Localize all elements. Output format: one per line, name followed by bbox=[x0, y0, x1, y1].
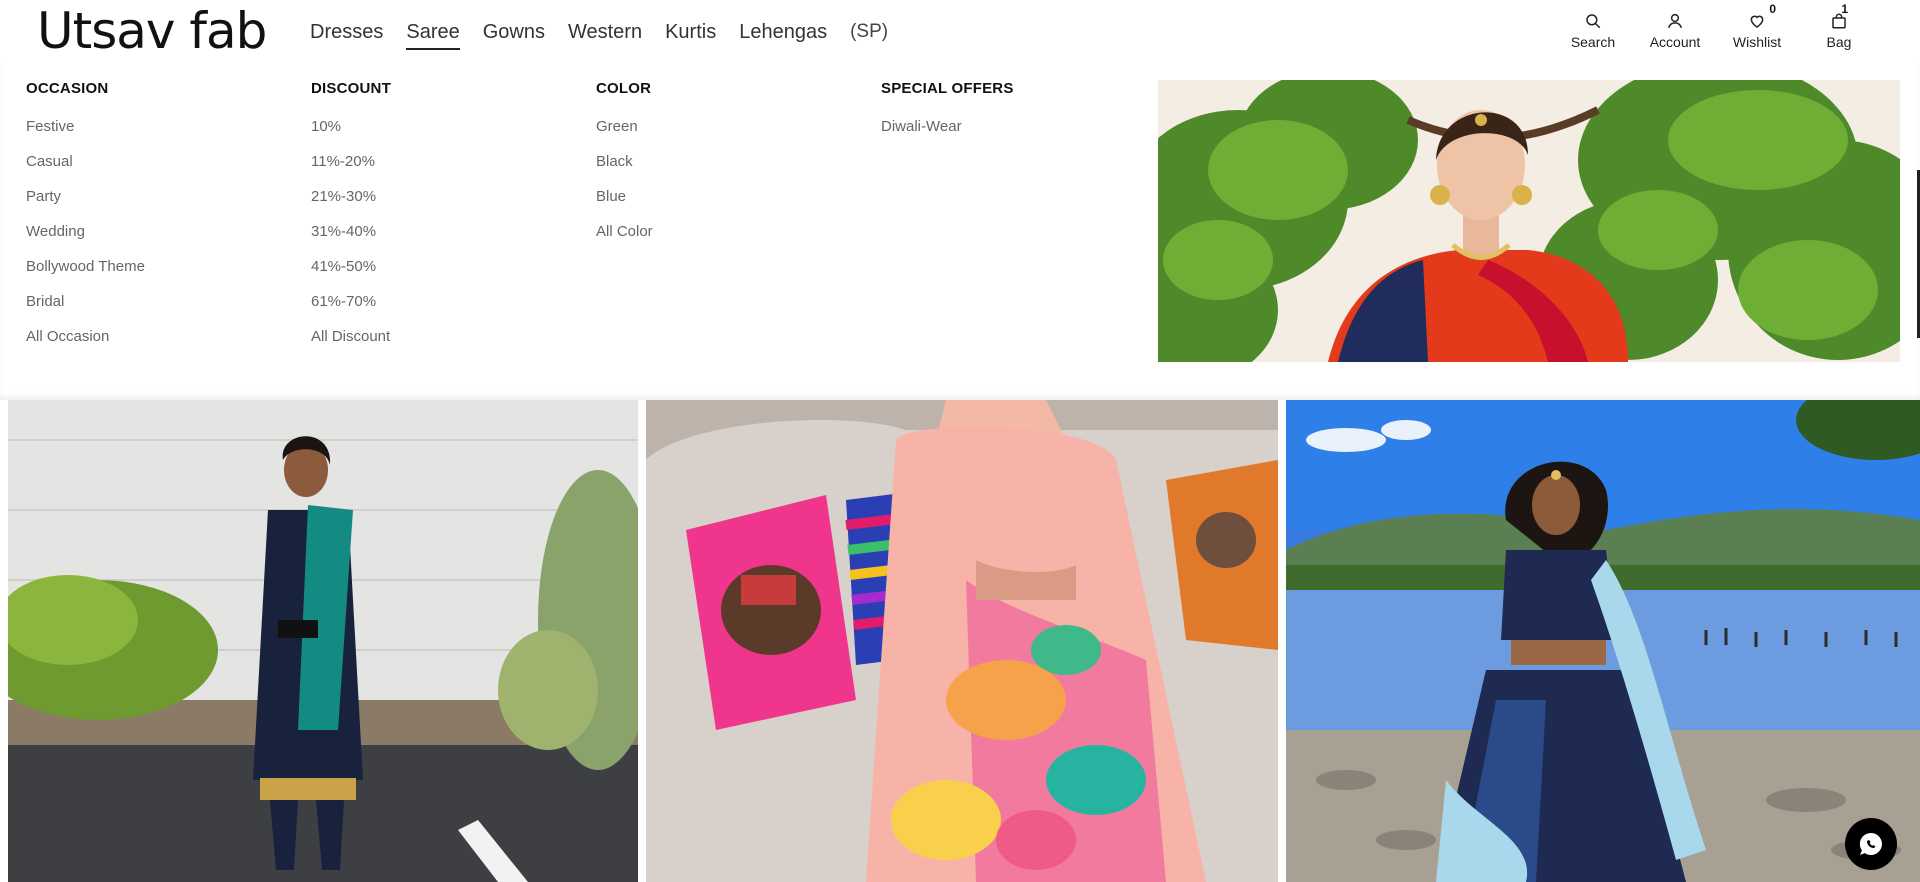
column-title-special-offers: SPECIAL OFFERS bbox=[881, 80, 1014, 97]
column-title-discount: DISCOUNT bbox=[311, 80, 391, 97]
discount-list: 10% 11%-20% 21%-30% 31%-40% 41%-50% 61%-… bbox=[311, 118, 391, 363]
special-offers-list: Diwali-Wear bbox=[881, 118, 1014, 153]
nav-item-sp[interactable]: (SP) bbox=[850, 18, 888, 46]
menu-link-diwali-wear[interactable]: Diwali-Wear bbox=[881, 118, 1014, 153]
menu-link-green[interactable]: Green bbox=[596, 118, 653, 153]
menu-link-all-discount[interactable]: All Discount bbox=[311, 328, 391, 363]
nav-item-western[interactable]: Western bbox=[568, 18, 642, 46]
menu-link-casual[interactable]: Casual bbox=[26, 153, 145, 188]
menu-link-discount-31-40[interactable]: 31%-40% bbox=[311, 223, 391, 258]
product-image bbox=[1286, 400, 1920, 882]
header-tools: Search Account 0 Wishlist 1 Bag bbox=[1552, 2, 1880, 50]
account-label: Account bbox=[1649, 34, 1701, 50]
menu-column-discount: DISCOUNT 10% 11%-20% 21%-30% 31%-40% 41%… bbox=[311, 80, 391, 363]
menu-link-discount-11-20[interactable]: 11%-20% bbox=[311, 153, 391, 188]
menu-link-black[interactable]: Black bbox=[596, 153, 653, 188]
brand-logo[interactable]: Utsav fab bbox=[37, 6, 267, 56]
search-icon bbox=[1586, 14, 1601, 29]
nav-item-lehengas[interactable]: Lehengas bbox=[739, 18, 827, 46]
search-label: Search bbox=[1570, 34, 1616, 50]
menu-link-bridal[interactable]: Bridal bbox=[26, 293, 145, 328]
menu-link-discount-10[interactable]: 10% bbox=[311, 118, 391, 153]
bag-count: 1 bbox=[1841, 2, 1848, 16]
product-tile[interactable] bbox=[646, 400, 1278, 882]
color-list: Green Black Blue All Color bbox=[596, 118, 653, 258]
wishlist-button[interactable]: 0 Wishlist bbox=[1716, 2, 1798, 50]
saree-promo-banner[interactable] bbox=[1158, 80, 1900, 362]
menu-link-wedding[interactable]: Wedding bbox=[26, 223, 145, 258]
search-button[interactable]: Search bbox=[1552, 12, 1634, 50]
product-tile[interactable] bbox=[8, 400, 638, 882]
account-button[interactable]: Account bbox=[1634, 12, 1716, 50]
wishlist-count: 0 bbox=[1769, 2, 1776, 16]
bag-button[interactable]: 1 Bag bbox=[1798, 2, 1880, 50]
product-gallery bbox=[8, 400, 1920, 882]
occasion-list: Festive Casual Party Wedding Bollywood T… bbox=[26, 118, 145, 363]
nav-item-gowns[interactable]: Gowns bbox=[483, 18, 545, 46]
menu-column-color: COLOR Green Black Blue All Color bbox=[596, 80, 653, 258]
menu-link-all-occasion[interactable]: All Occasion bbox=[26, 328, 145, 363]
menu-link-discount-21-30[interactable]: 21%-30% bbox=[311, 188, 391, 223]
chat-button[interactable] bbox=[1845, 818, 1897, 870]
site-header: Utsav fab Dresses Saree Gowns Western Ku… bbox=[0, 0, 1920, 60]
bag-label: Bag bbox=[1826, 34, 1852, 50]
brand-logo-text[interactable]: Utsav fab bbox=[37, 2, 267, 60]
menu-link-festive[interactable]: Festive bbox=[26, 118, 145, 153]
promo-image bbox=[1158, 80, 1900, 362]
nav-item-saree[interactable]: Saree bbox=[406, 18, 461, 50]
product-tile[interactable] bbox=[1286, 400, 1920, 882]
menu-link-discount-41-50[interactable]: 41%-50% bbox=[311, 258, 391, 293]
menu-link-discount-61-70[interactable]: 61%-70% bbox=[311, 293, 391, 328]
heart-icon bbox=[1750, 15, 1764, 28]
column-title-color: COLOR bbox=[596, 80, 652, 97]
menu-link-bollywood-theme[interactable]: Bollywood Theme bbox=[26, 258, 145, 293]
main-nav: Dresses Saree Gowns Western Kurtis Lehen… bbox=[310, 18, 888, 50]
menu-link-all-color[interactable]: All Color bbox=[596, 223, 653, 258]
wishlist-label: Wishlist bbox=[1732, 34, 1782, 50]
column-title-occasion: OCCASION bbox=[26, 80, 109, 97]
menu-column-occasion: OCCASION Festive Casual Party Wedding Bo… bbox=[26, 80, 145, 363]
product-image bbox=[646, 400, 1278, 882]
nav-item-dresses[interactable]: Dresses bbox=[310, 18, 383, 46]
saree-mega-menu: OCCASION Festive Casual Party Wedding Bo… bbox=[0, 60, 1920, 400]
user-icon bbox=[1667, 13, 1683, 29]
menu-column-special-offers: SPECIAL OFFERS Diwali-Wear bbox=[881, 80, 1014, 153]
chat-icon bbox=[1859, 832, 1882, 855]
product-image bbox=[8, 400, 638, 882]
menu-link-blue[interactable]: Blue bbox=[596, 188, 653, 223]
nav-item-kurtis[interactable]: Kurtis bbox=[665, 18, 716, 46]
menu-link-party[interactable]: Party bbox=[26, 188, 145, 223]
